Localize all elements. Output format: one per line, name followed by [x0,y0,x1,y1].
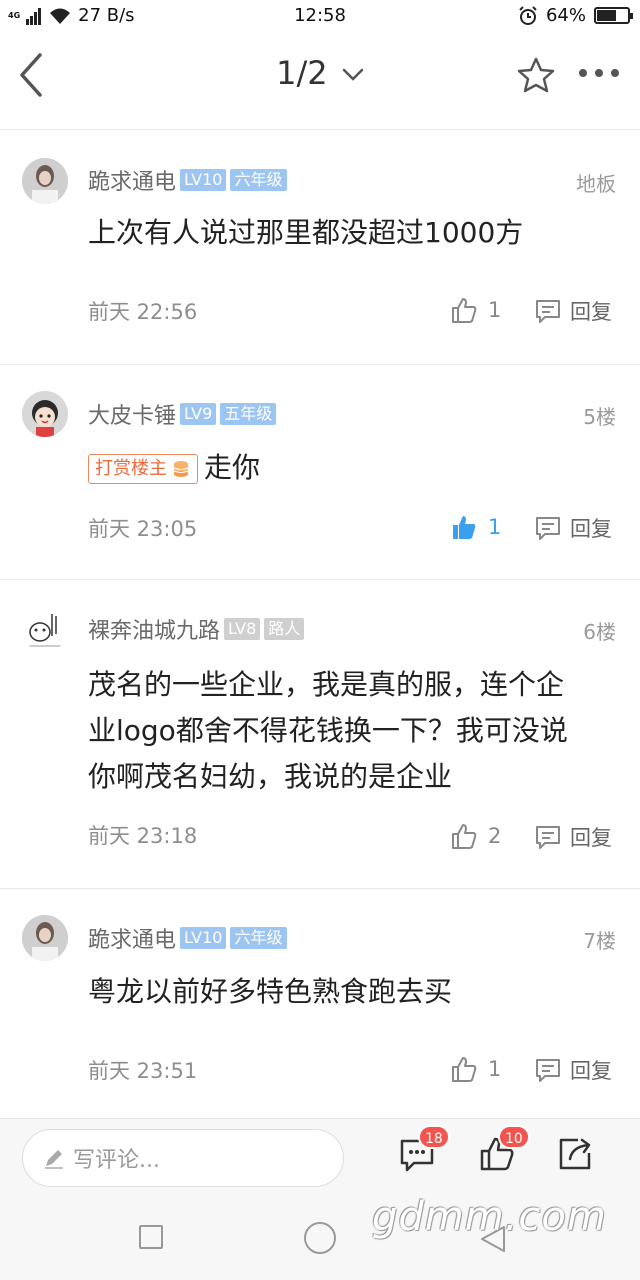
post-item[interactable]: 跪求通电 LV10 六年级 地板 上次有人说过那里都没超过1000方 前天 22… [0,130,640,364]
more-options-icon[interactable] [578,68,620,78]
reply-label: 回复 [570,300,612,324]
post-time: 前天 23:05 [88,517,198,541]
thumbs-up-icon [452,298,477,323]
reply-button[interactable]: 回复 [534,296,612,326]
comment-count-badge: 18 [418,1125,450,1149]
thumbs-up-icon [452,1057,477,1082]
like-button[interactable]: 1 [450,296,501,324]
pencil-icon [45,1150,63,1169]
post-item[interactable]: 大皮卡锤 LV9 五年级 5楼 打赏楼主 走你 前天 23:05 1 回复 [0,365,640,579]
favorite-star-icon[interactable] [516,56,556,94]
level-badge: LV10 [180,169,227,191]
home-button[interactable] [304,1222,336,1254]
post-content: 上次有人说过那里都没超过1000方 [88,216,524,249]
username[interactable]: 裸奔油城九路 [88,613,220,645]
battery-percent: 64% [545,5,586,26]
grade-badge: 六年级 [230,927,287,949]
avatar[interactable] [22,158,68,204]
username[interactable]: 跪求通电 [88,922,176,954]
grade-badge: 六年级 [230,169,287,191]
watermark: gdmm.com [372,1194,607,1240]
post-content-line: 业logo都舍不得花钱换一下？我可没说 [88,714,568,747]
bottom-toolbar: 写评论... 18 10 [0,1118,640,1200]
like-count: 2 [488,824,502,848]
status-bar: 4G 27 B/s 12:58 64% [0,0,640,34]
avatar[interactable] [22,391,68,437]
comment-input[interactable]: 写评论... [22,1129,344,1187]
comment-icon [536,517,560,540]
reply-button[interactable]: 回复 [534,513,612,543]
like-post-button[interactable]: 10 [478,1125,530,1177]
floor-label: 5楼 [583,405,616,429]
post-time: 前天 23:51 [88,1059,198,1083]
reply-label: 回复 [570,517,612,541]
post-author: 跪求通电 LV10 六年级 [88,164,287,196]
reply-label: 回复 [570,1059,612,1083]
comments-button[interactable]: 18 [398,1125,450,1177]
like-count: 1 [488,1057,502,1081]
level-badge: LV10 [180,927,227,949]
reply-button[interactable]: 回复 [534,1055,612,1085]
comment-icon [536,826,560,849]
reward-author-button[interactable]: 打赏楼主 [88,454,198,484]
top-nav: 1/2 [0,40,640,112]
share-button[interactable] [556,1135,594,1177]
level-badge: LV9 [180,403,217,425]
floor-label: 7楼 [583,929,616,953]
post-text: 走你 [204,451,261,484]
post-item[interactable]: 跪求通电 LV10 六年级 7楼 粤龙以前好多特色熟食跑去买 前天 23:51 … [0,889,640,1117]
floor-label: 6楼 [583,620,616,644]
username[interactable]: 跪求通电 [88,164,176,196]
post-item[interactable]: 裸奔油城九路 LV8 路人 6楼 茂名的一些企业，我是真的服，连个企 业logo… [0,580,640,888]
thumbs-up-icon [452,824,477,849]
level-badge: LV8 [224,618,261,640]
avatar-image [22,391,68,437]
grade-badge: 路人 [264,618,305,640]
like-count-badge: 10 [498,1125,530,1149]
page-indicator: 1/2 [276,54,328,92]
reply-label: 回复 [570,826,612,850]
post-content-line: 茂名的一些企业，我是真的服，连个企 [88,668,565,701]
grade-badge: 五年级 [220,403,277,425]
comment-placeholder: 写评论... [73,1148,160,1173]
reward-label: 打赏楼主 [95,458,167,479]
post-content: 粤龙以前好多特色熟食跑去买 [88,975,453,1008]
like-button[interactable]: 2 [450,822,501,850]
post-content: 茂名的一些企业，我是真的服，连个企 业logo都舍不得花钱换一下？我可没说 你啊… [88,662,608,800]
battery-icon [594,7,633,24]
battery-fill [597,10,617,21]
like-count: 1 [488,298,502,322]
post-time: 前天 22:56 [88,300,198,324]
post-author: 大皮卡锤 LV9 五年级 [88,398,277,430]
share-icon [559,1138,591,1170]
recent-apps-button[interactable] [139,1225,163,1249]
chevron-down-icon [342,68,364,81]
post-author: 跪求通电 LV10 六年级 [88,922,287,954]
like-count: 1 [488,515,502,539]
post-content: 打赏楼主 走你 [88,445,608,491]
avatar[interactable] [22,606,68,652]
avatar-image [22,606,68,652]
post-content-line: 你啊茂名妇幼，我说的是企业 [88,760,453,793]
alarm-icon [519,5,537,25]
post-author: 裸奔油城九路 LV8 路人 [88,613,305,645]
comment-icon [536,1059,560,1082]
avatar-image [22,915,68,961]
floor-label: 地板 [576,172,616,196]
comment-icon [536,300,560,323]
thumbs-up-filled-icon [453,516,476,539]
like-button[interactable]: 1 [450,513,501,541]
reply-button[interactable]: 回复 [534,822,612,852]
coins-icon [173,461,189,477]
post-time: 前天 23:18 [88,824,198,848]
username[interactable]: 大皮卡锤 [88,398,176,430]
like-button[interactable]: 1 [450,1055,501,1083]
avatar-image [22,158,68,204]
avatar[interactable] [22,915,68,961]
